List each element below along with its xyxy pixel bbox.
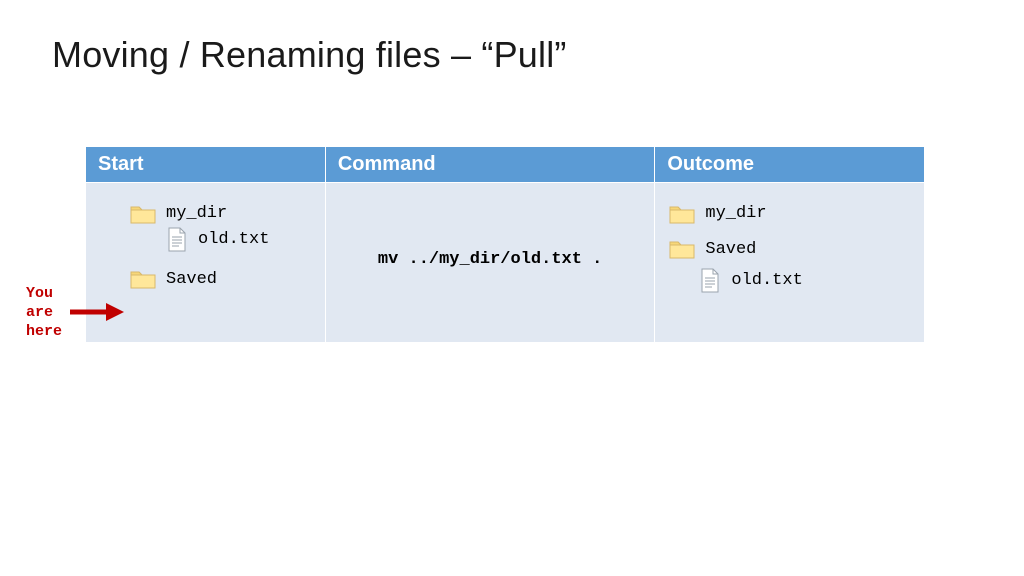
table-row: my_dir old.txt bbox=[86, 183, 925, 343]
arrow-right-icon bbox=[68, 300, 126, 324]
label: old.txt bbox=[198, 227, 269, 253]
you-are-here-label: You are here bbox=[26, 285, 62, 341]
file-move-table: Start Command Outcome my_dir bbox=[85, 146, 925, 343]
col-header-command: Command bbox=[325, 147, 655, 183]
cell-command: mv ../my_dir/old.txt . bbox=[325, 183, 655, 343]
l1: You bbox=[26, 285, 62, 304]
slide-title: Moving / Renaming files – “Pull” bbox=[52, 34, 567, 76]
folder-icon bbox=[669, 238, 695, 260]
folder-icon bbox=[669, 203, 695, 225]
table-header-row: Start Command Outcome bbox=[86, 147, 925, 183]
start-my-dir: my_dir bbox=[130, 201, 311, 227]
l2: are bbox=[26, 304, 62, 323]
cell-outcome: my_dir Saved bbox=[655, 183, 925, 343]
label: Saved bbox=[166, 267, 217, 293]
l3: here bbox=[26, 323, 62, 342]
start-old-txt: old.txt bbox=[166, 227, 311, 253]
label: my_dir bbox=[166, 201, 227, 227]
file-icon bbox=[699, 268, 721, 294]
folder-icon bbox=[130, 268, 156, 290]
slide: Moving / Renaming files – “Pull” Start C… bbox=[0, 0, 1024, 576]
label: Saved bbox=[705, 237, 756, 263]
outcome-saved: Saved bbox=[669, 237, 910, 263]
outcome-tree: my_dir Saved bbox=[669, 201, 910, 294]
col-header-outcome: Outcome bbox=[655, 147, 925, 183]
start-tree: my_dir old.txt bbox=[100, 201, 311, 292]
label: my_dir bbox=[705, 201, 766, 227]
folder-icon bbox=[130, 203, 156, 225]
start-saved: Saved bbox=[130, 267, 311, 293]
file-icon bbox=[166, 227, 188, 253]
label: old.txt bbox=[731, 268, 802, 294]
col-header-start: Start bbox=[86, 147, 326, 183]
command-text: mv ../my_dir/old.txt . bbox=[378, 250, 602, 269]
outcome-my-dir: my_dir bbox=[669, 201, 910, 227]
outcome-old-txt: old.txt bbox=[699, 268, 910, 294]
